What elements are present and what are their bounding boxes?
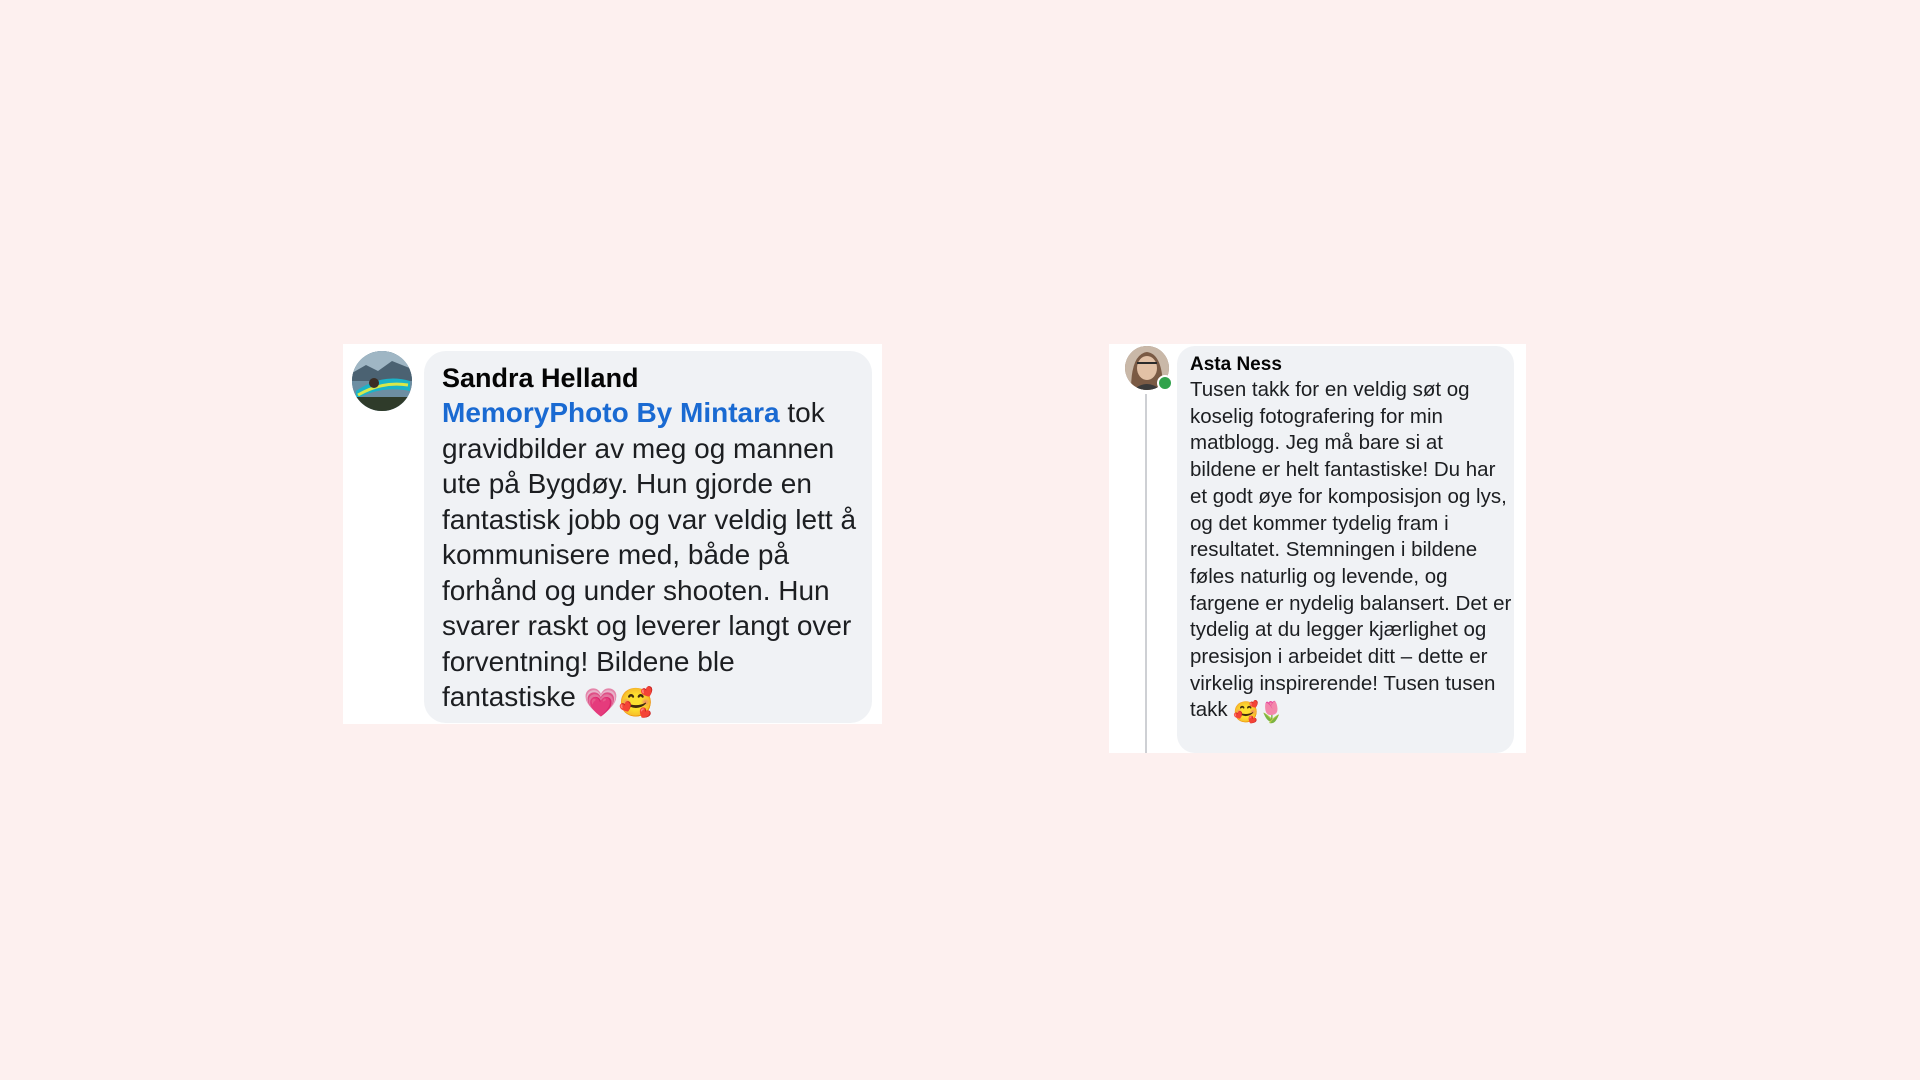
comment-bubble: Asta Ness Tusen takk for en veldig søt o…: [1177, 346, 1514, 753]
comment-bubble: Sandra Helland MemoryPhoto By Mintara to…: [424, 351, 872, 723]
avatar-photo-icon: [352, 351, 412, 411]
comment-body: tok gravidbilder av meg og mannen ute på…: [442, 397, 857, 712]
tulip-emoji-icon: 🌷: [1258, 701, 1285, 725]
comment-text: Tusen takk for en veldig søt og koselig …: [1190, 377, 1512, 727]
comment-card: Sandra Helland MemoryPhoto By Mintara to…: [343, 344, 882, 724]
online-status-icon: [1157, 375, 1173, 391]
avatar[interactable]: [352, 351, 412, 411]
smiling-face-with-hearts-emoji-icon: 🥰: [618, 687, 654, 718]
comment-author[interactable]: Sandra Helland: [442, 362, 639, 394]
comment-author[interactable]: Asta Ness: [1190, 353, 1282, 377]
comment-body: Tusen takk for en veldig søt og koselig …: [1190, 378, 1512, 722]
thread-line: [1145, 394, 1147, 753]
heart-emoji-icon: 💗: [583, 687, 619, 718]
comment-card: Asta Ness Tusen takk for en veldig søt o…: [1109, 344, 1526, 753]
smiling-face-with-hearts-emoji-icon: 🥰: [1233, 701, 1259, 725]
comment-text: MemoryPhoto By Mintara tok gravidbilder …: [442, 395, 864, 721]
mention-link[interactable]: MemoryPhoto By Mintara: [442, 397, 780, 428]
